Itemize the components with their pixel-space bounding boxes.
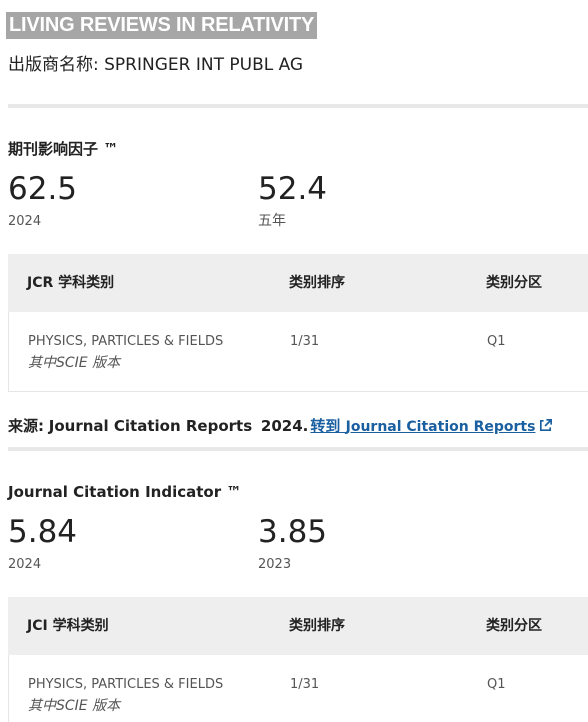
five-year-impact-value: 52.4 — [258, 171, 328, 207]
category-quartile: Q1 — [487, 334, 506, 349]
table-row: PHYSICS, PARTICLES & FIELDS 其中SCIE 版本 1/… — [8, 655, 588, 722]
column-header-rank: 类别排序 — [289, 275, 345, 291]
category-name: PHYSICS, PARTICLES & FIELDS — [28, 677, 224, 692]
external-link-icon — [538, 418, 553, 438]
edition-label: 其中SCIE 版本 — [28, 355, 121, 371]
section-divider — [8, 447, 588, 451]
jcr-link-text: Journal Citation Reports — [345, 419, 536, 435]
section-divider — [8, 104, 588, 108]
jci-heading: Journal Citation Indicator ™ — [8, 483, 242, 501]
source-label: 来源: — [8, 417, 44, 435]
edition-label: 其中SCIE 版本 — [28, 698, 121, 714]
jcr-link[interactable]: 转到 Journal Citation Reports — [310, 417, 553, 435]
category-rank: 1/31 — [290, 677, 320, 692]
jcr-link-prefix: 转到 — [310, 417, 341, 435]
category-rank: 1/31 — [290, 334, 320, 349]
jci-value: 5.84 — [8, 514, 78, 550]
five-year-label: 五年 — [258, 213, 286, 229]
impact-factor-year: 2024 — [8, 214, 42, 229]
column-header-quartile: 类别分区 — [486, 618, 542, 634]
table-header: JCR 学科类别 类别排序 类别分区 — [8, 254, 588, 312]
impact-factor-value: 62.5 — [8, 171, 78, 207]
category-name: PHYSICS, PARTICLES & FIELDS — [28, 334, 224, 349]
table-row: PHYSICS, PARTICLES & FIELDS 其中SCIE 版本 1/… — [8, 312, 588, 392]
jci-prev-value: 3.85 — [258, 514, 328, 550]
publisher-line: 出版商名称: SPRINGER INT PUBL AG — [8, 54, 303, 76]
journal-title: LIVING REVIEWS IN RELATIVITY — [6, 12, 318, 39]
category-quartile: Q1 — [487, 677, 506, 692]
column-header-category: JCR 学科类别 — [27, 275, 115, 291]
column-header-rank: 类别排序 — [289, 618, 345, 634]
column-header-category: JCI 学科类别 — [27, 618, 109, 634]
publisher-label: 出版商名称: — [8, 55, 99, 75]
source-text: Journal Citation Reports — [48, 417, 253, 435]
jci-category-table: JCI 学科类别 类别排序 类别分区 PHYSICS, PARTICLES & … — [8, 597, 588, 722]
jci-prev-year: 2023 — [258, 557, 292, 572]
source-year: 2024. — [260, 417, 309, 435]
publisher-name: SPRINGER INT PUBL AG — [104, 55, 304, 75]
jci-year: 2024 — [8, 557, 42, 572]
impact-factor-heading: 期刊影响因子 ™ — [8, 140, 119, 158]
source-line: 来源: Journal Citation Reports 2024. 转到 Jou… — [8, 416, 553, 438]
table-header: JCI 学科类别 类别排序 类别分区 — [8, 597, 588, 655]
column-header-quartile: 类别分区 — [486, 275, 542, 291]
jcr-category-table: JCR 学科类别 类别排序 类别分区 PHYSICS, PARTICLES & … — [8, 254, 588, 392]
